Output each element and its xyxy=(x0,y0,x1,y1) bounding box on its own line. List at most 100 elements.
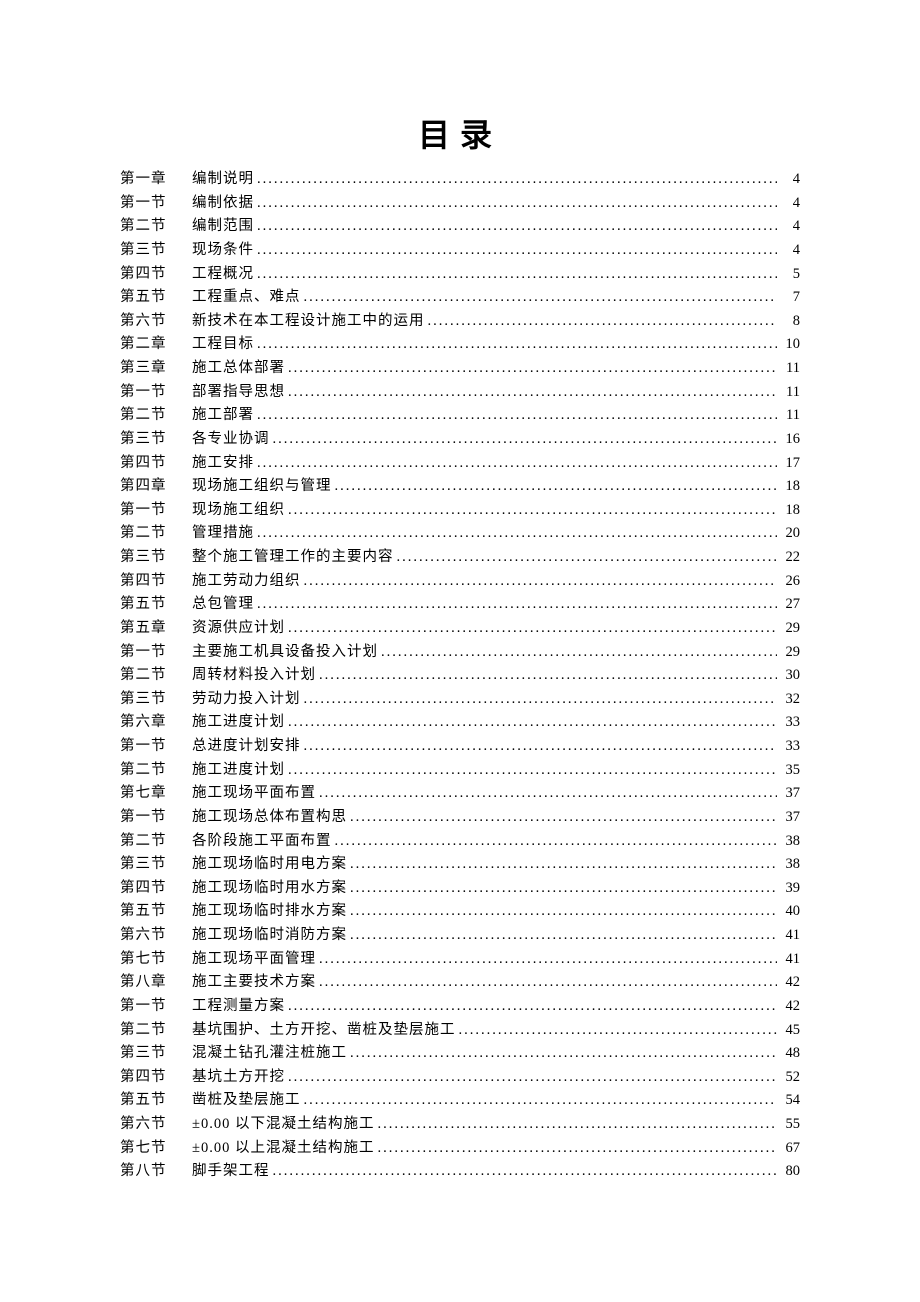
toc-entry-title: 资源供应计划 xyxy=(192,617,285,641)
toc-row: 第一节部署指导思想11 xyxy=(120,381,800,405)
toc-entry-title: 编制依据 xyxy=(192,192,254,216)
toc-entry-title: 周转材料投入计划 xyxy=(192,664,316,688)
toc-leader-dots xyxy=(288,1066,777,1090)
toc-leader-dots xyxy=(335,830,778,854)
toc-page-number: 29 xyxy=(780,641,800,665)
toc-entry-title: 脚手架工程 xyxy=(192,1160,270,1184)
toc-entry-title: 部署指导思想 xyxy=(192,381,285,405)
document-title: 目录 xyxy=(120,110,800,156)
toc-chapter-label: 第一节 xyxy=(120,735,192,759)
toc-leader-dots xyxy=(257,263,777,287)
toc-row: 第一章编制说明4 xyxy=(120,168,800,192)
toc-row: 第三节整个施工管理工作的主要内容 22 xyxy=(120,546,800,570)
toc-page-number: 33 xyxy=(780,735,800,759)
toc-chapter-label: 第二节 xyxy=(120,759,192,783)
toc-leader-dots xyxy=(273,428,778,452)
toc-page-number: 17 xyxy=(780,452,800,476)
toc-entry-title: 凿桩及垫层施工 xyxy=(192,1089,301,1113)
toc-chapter-label: 第五节 xyxy=(120,1089,192,1113)
toc-leader-dots xyxy=(257,168,777,192)
toc-chapter-label: 第七节 xyxy=(120,1137,192,1161)
toc-row: 第四节基坑土方开挖52 xyxy=(120,1066,800,1090)
toc-row: 第二节编制范围 4 xyxy=(120,215,800,239)
toc-page-number: 22 xyxy=(780,546,800,570)
toc-chapter-label: 第四节 xyxy=(120,263,192,287)
toc-leader-dots xyxy=(257,452,777,476)
toc-leader-dots xyxy=(257,593,777,617)
toc-entry-title: 施工主要技术方案 xyxy=(192,971,316,995)
toc-row: 第四节施工现场临时用水方案39 xyxy=(120,877,800,901)
toc-entry-title: 施工进度计划 xyxy=(192,711,285,735)
toc-page-number: 8 xyxy=(780,310,800,334)
toc-entry-title: 施工现场临时排水方案 xyxy=(192,900,347,924)
toc-leader-dots xyxy=(350,1042,777,1066)
toc-leader-dots xyxy=(288,995,777,1019)
toc-entry-title: 现场施工组织与管理 xyxy=(192,475,332,499)
toc-leader-dots xyxy=(350,900,777,924)
toc-chapter-label: 第二节 xyxy=(120,215,192,239)
toc-row: 第一节主要施工机具设备投入计划29 xyxy=(120,641,800,665)
toc-leader-dots xyxy=(377,1113,777,1137)
toc-page-number: 20 xyxy=(780,522,800,546)
toc-row: 第三节各专业协调16 xyxy=(120,428,800,452)
toc-row: 第二章工程目标10 xyxy=(120,333,800,357)
toc-page-number: 26 xyxy=(780,570,800,594)
toc-page-number: 4 xyxy=(780,168,800,192)
toc-row: 第八节脚手架工程80 xyxy=(120,1160,800,1184)
toc-page-number: 32 xyxy=(780,688,800,712)
toc-entry-title: 施工现场临时用电方案 xyxy=(192,853,347,877)
toc-entry-title: 混凝土钻孔灌注桩施工 xyxy=(192,1042,347,1066)
toc-chapter-label: 第七章 xyxy=(120,782,192,806)
toc-page-number: 48 xyxy=(780,1042,800,1066)
toc-entry-title: 各专业协调 xyxy=(192,428,270,452)
toc-chapter-label: 第六节 xyxy=(120,310,192,334)
toc-row: 第一节施工现场总体布置构思37 xyxy=(120,806,800,830)
toc-row: 第六节新技术在本工程设计施工中的运用8 xyxy=(120,310,800,334)
toc-leader-dots xyxy=(319,782,777,806)
toc-chapter-label: 第二节 xyxy=(120,830,192,854)
toc-leader-dots xyxy=(377,1137,777,1161)
toc-entry-title: 编制范围 xyxy=(192,215,254,239)
toc-leader-dots xyxy=(381,641,777,665)
toc-chapter-label: 第三节 xyxy=(120,428,192,452)
toc-row: 第二节施工进度计划35 xyxy=(120,759,800,783)
toc-row: 第三节现场条件4 xyxy=(120,239,800,263)
toc-chapter-label: 第七节 xyxy=(120,948,192,972)
toc-leader-dots xyxy=(257,192,777,216)
toc-chapter-label: 第三节 xyxy=(120,546,192,570)
toc-chapter-label: 第五节 xyxy=(120,593,192,617)
toc-chapter-label: 第一节 xyxy=(120,499,192,523)
toc-page-number: 45 xyxy=(780,1019,800,1043)
toc-entry-title: 工程测量方案 xyxy=(192,995,285,1019)
toc-page-number: 39 xyxy=(780,877,800,901)
toc-leader-dots xyxy=(257,333,777,357)
toc-row: 第一节现场施工组织 18 xyxy=(120,499,800,523)
toc-entry-title: 编制说明 xyxy=(192,168,254,192)
toc-entry-title: 施工现场总体布置构思 xyxy=(192,806,347,830)
toc-leader-dots xyxy=(428,310,778,334)
toc-chapter-label: 第五节 xyxy=(120,286,192,310)
toc-page-number: 4 xyxy=(780,215,800,239)
toc-page-number: 5 xyxy=(780,263,800,287)
toc-row: 第五节工程重点、难点7 xyxy=(120,286,800,310)
toc-leader-dots xyxy=(304,286,778,310)
toc-row: 第七节±0.00 以上混凝土结构施工67 xyxy=(120,1137,800,1161)
toc-leader-dots xyxy=(350,877,777,901)
toc-row: 第一节工程测量方案42 xyxy=(120,995,800,1019)
toc-entry-title: 现场施工组织 xyxy=(192,499,285,523)
toc-row: 第一节编制依据4 xyxy=(120,192,800,216)
toc-chapter-label: 第三章 xyxy=(120,357,192,381)
toc-chapter-label: 第二节 xyxy=(120,1019,192,1043)
toc-row: 第二节施工部署11 xyxy=(120,404,800,428)
toc-row: 第四节施工安排17 xyxy=(120,452,800,476)
toc-leader-dots xyxy=(304,1089,778,1113)
toc-chapter-label: 第四节 xyxy=(120,452,192,476)
toc-entry-title: 整个施工管理工作的主要内容 xyxy=(192,546,394,570)
toc-chapter-label: 第八章 xyxy=(120,971,192,995)
toc-page-number: 38 xyxy=(780,853,800,877)
toc-page-number: 80 xyxy=(780,1160,800,1184)
table-of-contents: 第一章编制说明4第一节编制依据4第二节编制范围4第三节现场条件4第四节工程概况5… xyxy=(120,168,800,1184)
toc-chapter-label: 第四章 xyxy=(120,475,192,499)
toc-page-number: 18 xyxy=(780,499,800,523)
toc-page-number: 52 xyxy=(780,1066,800,1090)
